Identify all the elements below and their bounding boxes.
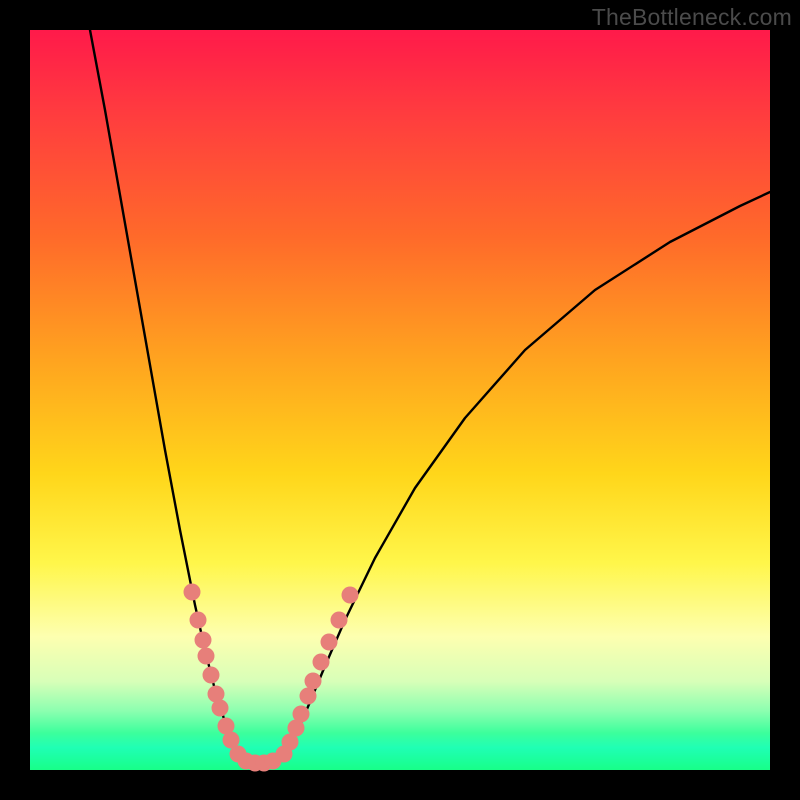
bottleneck-curve <box>90 30 770 764</box>
data-dot <box>342 587 359 604</box>
chart-frame: TheBottleneck.com <box>0 0 800 800</box>
data-dot <box>331 612 348 629</box>
data-dot <box>293 706 310 723</box>
data-dot <box>203 667 220 684</box>
data-dot <box>300 688 317 705</box>
data-dot <box>321 634 338 651</box>
data-dot <box>313 654 330 671</box>
watermark-text: TheBottleneck.com <box>592 4 792 31</box>
data-dot <box>190 612 207 629</box>
data-dots <box>184 584 359 772</box>
data-dot <box>198 648 215 665</box>
chart-svg <box>30 30 770 770</box>
plot-area <box>30 30 770 770</box>
data-dot <box>305 673 322 690</box>
data-dot <box>184 584 201 601</box>
data-dot <box>212 700 229 717</box>
data-dot <box>195 632 212 649</box>
